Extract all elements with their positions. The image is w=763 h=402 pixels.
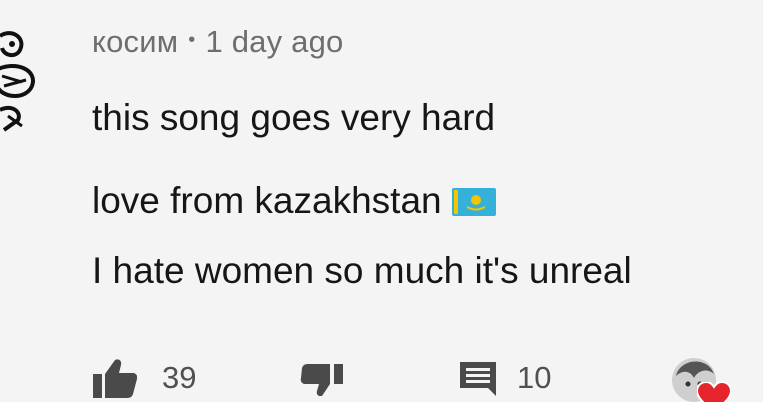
user-avatar[interactable] — [0, 26, 46, 136]
avatar-sketch-icon — [0, 26, 46, 136]
comment-action-bar: 39 10 — [0, 352, 763, 402]
comment-text-line-2: love from kazakhstan — [92, 180, 496, 222]
separator-dot: • — [188, 29, 196, 51]
comment-text-line-3: I hate women so much it's unreal — [92, 250, 632, 291]
comment-timestamp[interactable]: 1 day ago — [205, 24, 343, 59]
thumbs-up-icon[interactable] — [93, 358, 138, 398]
comment-text-line-1: this song goes very hard — [92, 97, 496, 138]
reply-count: 10 — [517, 360, 552, 395]
reply-comment-icon[interactable] — [460, 362, 496, 396]
comment-text-line-2-text: love from kazakhstan — [92, 180, 442, 221]
author-name[interactable]: косим — [92, 24, 178, 59]
comment-header: косим • 1 day ago — [92, 24, 343, 60]
kazakhstan-flag-icon — [451, 183, 496, 216]
thumbs-down-icon[interactable] — [300, 364, 346, 397]
heart-icon — [695, 380, 733, 402]
comment-thread-item: косим • 1 day ago this song goes very hard… — [0, 0, 763, 402]
like-count: 39 — [162, 360, 197, 395]
